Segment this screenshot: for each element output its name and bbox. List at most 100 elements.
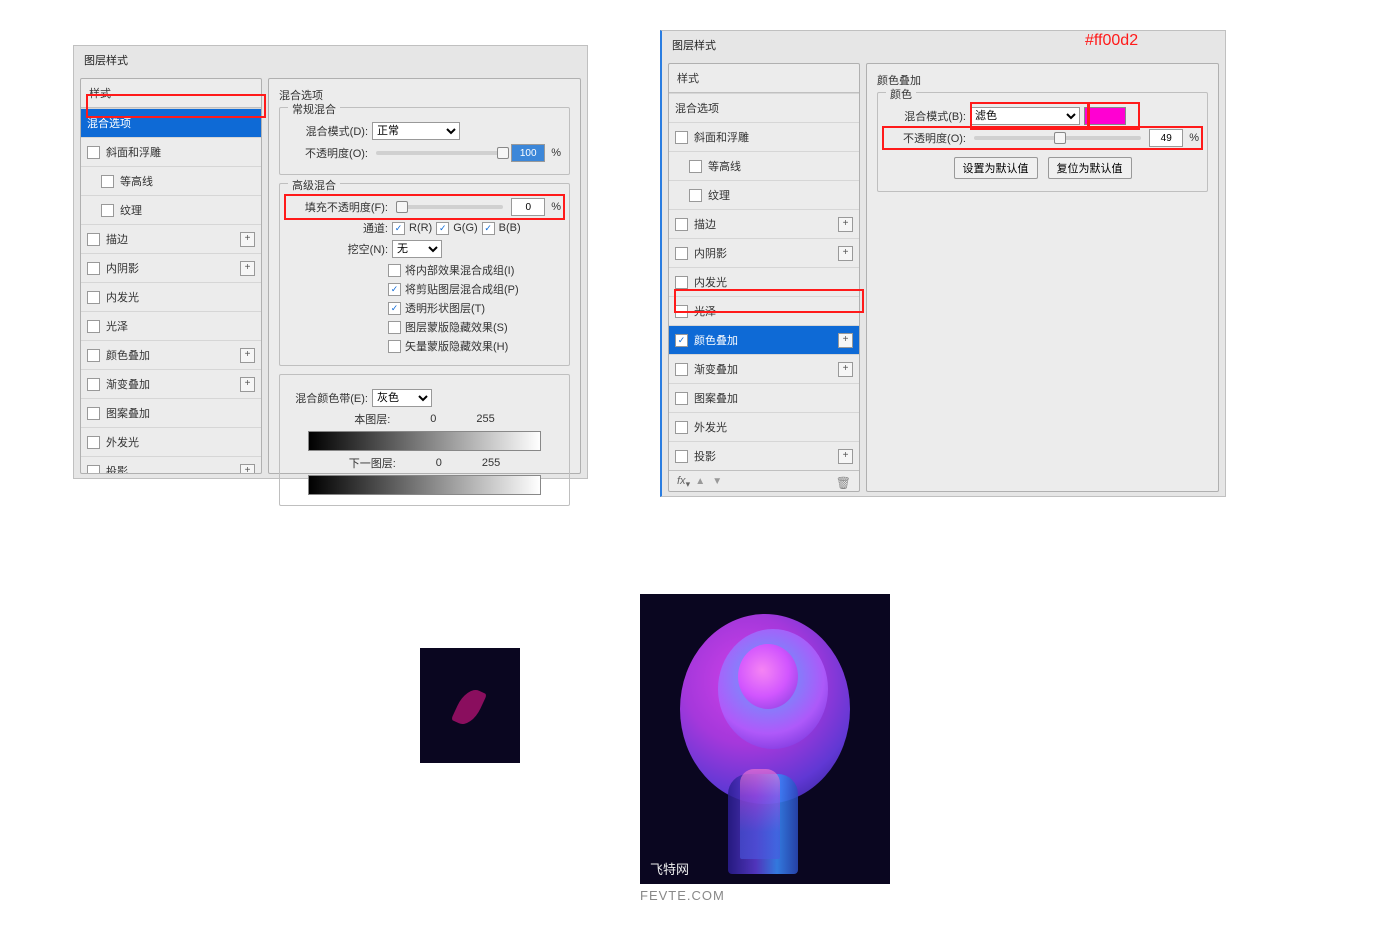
style-item[interactable]: 内阴影+ xyxy=(669,238,859,267)
plus-icon[interactable]: + xyxy=(240,464,255,475)
cb-internal[interactable] xyxy=(388,264,401,277)
style-item[interactable]: 颜色叠加 + xyxy=(81,340,261,369)
style-checkbox[interactable] xyxy=(689,160,702,173)
fill-opacity-input[interactable] xyxy=(511,198,545,216)
style-item[interactable]: 投影+ xyxy=(669,441,859,470)
style-checkbox[interactable] xyxy=(87,407,100,420)
layer-style-dialog-right: 图层样式 样式 混合选项斜面和浮雕等高线纹理描边+内阴影+内发光光泽颜色叠加+渐… xyxy=(660,30,1226,497)
style-item[interactable]: 渐变叠加+ xyxy=(81,369,261,398)
style-label: 外发光 xyxy=(106,434,139,450)
style-item[interactable]: 内阴影+ xyxy=(81,253,261,282)
next-layer-gradient[interactable] xyxy=(308,475,541,495)
style-label: 斜面和浮雕 xyxy=(694,129,749,145)
style-checkbox[interactable] xyxy=(87,291,100,304)
style-item[interactable]: 等高线 xyxy=(81,166,261,195)
style-checkbox[interactable] xyxy=(675,421,688,434)
blend-if-select[interactable]: 灰色 xyxy=(372,389,432,407)
style-checkbox[interactable] xyxy=(87,146,100,159)
style-item[interactable]: 纹理 xyxy=(81,195,261,224)
style-checkbox[interactable] xyxy=(101,175,114,188)
style-checkbox[interactable] xyxy=(675,450,688,463)
style-checkbox[interactable] xyxy=(87,349,100,362)
opacity-input[interactable] xyxy=(511,144,545,162)
style-item[interactable]: 混合选项 xyxy=(669,93,859,122)
style-checkbox[interactable] xyxy=(675,218,688,231)
style-item[interactable]: 光泽 xyxy=(669,296,859,325)
color-swatch[interactable] xyxy=(1084,107,1126,125)
plus-icon[interactable]: + xyxy=(240,261,255,276)
style-checkbox[interactable] xyxy=(87,378,100,391)
fx-menu[interactable]: fx▾ ▲ ▼ xyxy=(677,475,724,490)
style-checkbox[interactable] xyxy=(101,204,114,217)
plus-icon[interactable]: + xyxy=(240,377,255,392)
style-item[interactable]: 斜面和浮雕 xyxy=(81,137,261,166)
styles-header: 样式 xyxy=(669,64,859,93)
style-checkbox[interactable] xyxy=(675,363,688,376)
style-label: 颜色叠加 xyxy=(106,347,150,363)
style-item[interactable]: 纹理 xyxy=(669,180,859,209)
this-layer-gradient[interactable] xyxy=(308,431,541,451)
style-checkbox[interactable] xyxy=(675,305,688,318)
style-label: 描边 xyxy=(694,216,716,232)
style-item[interactable]: 等高线 xyxy=(669,151,859,180)
channel-label: 通道: xyxy=(288,220,388,236)
cb-clipped[interactable] xyxy=(388,283,401,296)
reset-default-button[interactable]: 复位为默认值 xyxy=(1048,157,1132,179)
style-checkbox[interactable] xyxy=(87,320,100,333)
domain-text: FEVTE.COM xyxy=(640,888,725,903)
style-item[interactable]: 光泽 xyxy=(81,311,261,340)
style-checkbox[interactable] xyxy=(675,392,688,405)
knockout-select[interactable]: 无 xyxy=(392,240,442,258)
up-arrow-icon[interactable]: ▲ xyxy=(695,476,705,487)
set-default-button[interactable]: 设置为默认值 xyxy=(954,157,1038,179)
style-item[interactable]: 描边 + xyxy=(669,209,859,238)
style-checkbox[interactable] xyxy=(87,233,100,246)
fill-opacity-label: 填充不透明度(F): xyxy=(288,199,388,215)
opacity-label: 不透明度(O): xyxy=(886,130,966,146)
style-checkbox[interactable] xyxy=(87,262,100,275)
fill-opacity-slider[interactable] xyxy=(396,205,503,209)
plus-icon[interactable]: + xyxy=(838,449,853,464)
plus-icon[interactable]: + xyxy=(838,362,853,377)
plus-icon[interactable]: + xyxy=(838,217,853,232)
blend-mode-select[interactable]: 滤色 xyxy=(970,107,1080,125)
style-item[interactable]: 外发光 xyxy=(81,427,261,456)
channel-g-cb[interactable] xyxy=(436,222,449,235)
style-checkbox[interactable] xyxy=(87,436,100,449)
style-checkbox[interactable] xyxy=(675,276,688,289)
plus-icon[interactable]: + xyxy=(838,246,853,261)
channel-r-cb[interactable] xyxy=(392,222,405,235)
trash-icon[interactable]: 🗑 xyxy=(836,476,851,490)
plus-icon[interactable]: + xyxy=(240,348,255,363)
style-item[interactable]: 图案叠加 xyxy=(81,398,261,427)
style-item[interactable]: 投影+ xyxy=(81,456,261,474)
styles-panel: 样式 混合选项斜面和浮雕等高线纹理描边+内阴影+内发光光泽颜色叠加+渐变叠加+图… xyxy=(80,78,262,474)
blend-mode-select[interactable]: 正常 xyxy=(372,122,460,140)
channel-b-cb[interactable] xyxy=(482,222,495,235)
style-checkbox[interactable] xyxy=(675,334,688,347)
style-checkbox[interactable] xyxy=(675,247,688,260)
plus-icon[interactable]: + xyxy=(838,333,853,348)
opacity-slider[interactable] xyxy=(376,151,503,155)
opacity-label: 不透明度(O): xyxy=(288,145,368,161)
cb-vectormask[interactable] xyxy=(388,340,401,353)
cb-transparency[interactable] xyxy=(388,302,401,315)
style-checkbox[interactable] xyxy=(675,131,688,144)
style-checkbox[interactable] xyxy=(87,465,100,475)
cb-layermask[interactable] xyxy=(388,321,401,334)
style-checkbox[interactable] xyxy=(689,189,702,202)
style-item[interactable]: 颜色叠加+ xyxy=(669,325,859,354)
style-item[interactable]: 内发光 xyxy=(81,282,261,311)
style-item[interactable]: 外发光 xyxy=(669,412,859,441)
opacity-slider[interactable] xyxy=(974,136,1141,140)
style-item[interactable]: 斜面和浮雕 xyxy=(669,122,859,151)
style-item[interactable]: 图案叠加 xyxy=(669,383,859,412)
style-item[interactable]: 内发光 xyxy=(669,267,859,296)
opacity-input[interactable] xyxy=(1149,129,1183,147)
style-item[interactable]: 描边+ xyxy=(81,224,261,253)
plus-icon[interactable]: + xyxy=(240,232,255,247)
style-item[interactable]: 渐变叠加+ xyxy=(669,354,859,383)
down-arrow-icon[interactable]: ▼ xyxy=(712,476,722,487)
group-color: 颜色 xyxy=(886,86,916,102)
style-item[interactable]: 混合选项 xyxy=(81,108,261,137)
